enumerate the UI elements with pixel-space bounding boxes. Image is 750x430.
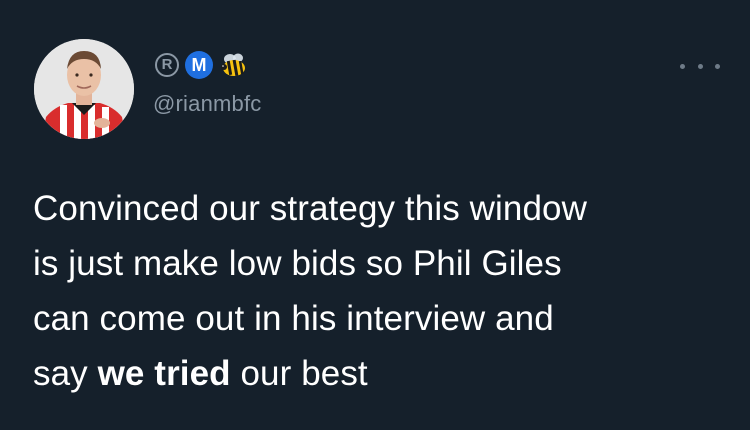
user-handle[interactable]: @rianmbfc xyxy=(153,91,262,117)
tweet-text-line: is just make low bids so Phil Giles xyxy=(33,244,562,283)
avatar-image xyxy=(34,39,134,139)
more-dot-icon xyxy=(697,63,703,69)
tweet-text: Convinced our strategy this window is ju… xyxy=(33,181,733,401)
more-dot-icon xyxy=(680,63,685,69)
bee-emoji-icon xyxy=(221,53,245,77)
tweet-text-segment: our best xyxy=(230,354,368,393)
display-name[interactable]: R M xyxy=(155,50,249,80)
avatar[interactable] xyxy=(34,39,134,139)
tweet-text-line: Convinced our strategy this window xyxy=(33,189,587,228)
registered-icon: R xyxy=(155,53,179,77)
tweet-text-line: say we tried our best xyxy=(33,346,733,401)
more-options-button[interactable] xyxy=(680,56,720,76)
tweet-card: R M @rianmbfc Convinced our strategy thi… xyxy=(0,0,750,430)
tweet-text-segment: say xyxy=(33,354,98,393)
more-dot-icon xyxy=(715,63,720,69)
tweet-text-line: can come out in his interview and xyxy=(33,299,554,338)
tweet-text-bold: we tried xyxy=(97,354,231,393)
m-badge-icon: M xyxy=(185,51,213,79)
